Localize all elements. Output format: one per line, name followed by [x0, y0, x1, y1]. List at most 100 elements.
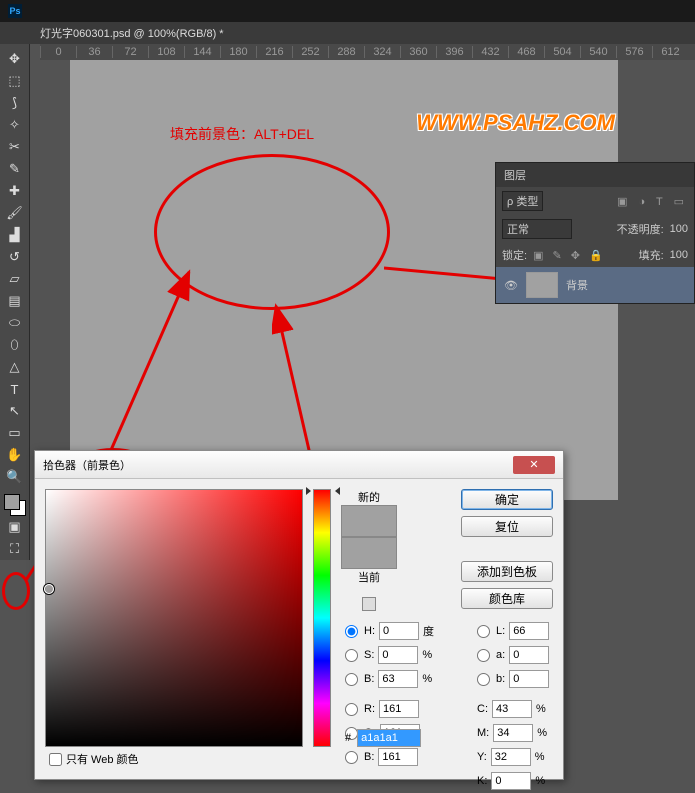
toolbox: ✥ ⬚ ⟆ ✧ ✂ ✎ ✚ 🖌 ▟ ↺ ▱ ▤ ⬭ ⬯ △ T ↖ ▭ ✋ 🔍 … [0, 44, 30, 560]
b2-radio[interactable] [477, 673, 490, 686]
hex-input[interactable] [357, 729, 421, 747]
k-label: K: [477, 775, 487, 787]
annotation-ellipse-swatch [2, 572, 30, 610]
l-label: L: [496, 625, 505, 637]
app-titlebar: Ps [0, 0, 695, 22]
annotation-ellipse-canvas [154, 154, 390, 310]
layer-thumbnail[interactable] [526, 272, 558, 298]
eraser-tool-icon[interactable]: ▱ [2, 268, 28, 290]
shape-tool-icon[interactable]: ▭ [2, 422, 28, 444]
ruler-horizontal: 0367210814418021625228832436039643246850… [40, 44, 695, 60]
k-input[interactable] [491, 772, 531, 790]
layers-filter-icons[interactable]: ▣ ◑ T ▭ [617, 195, 688, 208]
web-colors-input[interactable] [49, 753, 62, 766]
new-color-swatch [341, 505, 397, 537]
b-label: B: [364, 751, 374, 763]
r-label: R: [364, 703, 375, 715]
b2-input[interactable] [509, 670, 549, 688]
history-brush-icon[interactable]: ↺ [2, 246, 28, 268]
layers-panel: 图层 ρ 类型 ▣ ◑ T ▭ 正常 不透明度: 100 锁定: ▣ ✎ ✥ 🔒… [495, 162, 695, 304]
quickmask-icon[interactable]: ▣ [2, 516, 28, 538]
b2-label: b: [496, 673, 505, 685]
b-input[interactable] [378, 748, 418, 766]
layer-row-background[interactable]: 👁 背景 [496, 267, 694, 303]
marquee-tool-icon[interactable]: ⬚ [2, 70, 28, 92]
m-input[interactable] [493, 724, 533, 742]
l-input[interactable] [509, 622, 549, 640]
zoom-tool-icon[interactable]: 🔍 [2, 466, 28, 488]
bv-radio[interactable] [345, 673, 358, 686]
c-input[interactable] [492, 700, 532, 718]
layers-filter[interactable]: ρ 类型 [502, 191, 543, 211]
sv-cursor[interactable] [44, 584, 54, 594]
close-button[interactable]: ✕ [513, 456, 555, 474]
opacity-value[interactable]: 100 [670, 223, 688, 235]
hand-tool-icon[interactable]: ✋ [2, 444, 28, 466]
pen-tool-icon[interactable]: △ [2, 356, 28, 378]
blur-tool-icon[interactable]: ⬭ [2, 312, 28, 334]
a-radio[interactable] [477, 649, 490, 662]
bv-label: B: [364, 673, 374, 685]
h-input[interactable] [379, 622, 419, 640]
heal-tool-icon[interactable]: ✚ [2, 180, 28, 202]
lock-icons[interactable]: ▣ ✎ ✥ 🔒 [533, 249, 606, 262]
s-input[interactable] [378, 646, 418, 664]
ps-logo: Ps [8, 4, 22, 18]
current-color-label: 当前 [358, 569, 380, 585]
web-colors-checkbox[interactable]: 只有 Web 颜色 [49, 751, 139, 767]
annotation-text: 填充前景色：ALT+DEL [170, 124, 314, 144]
hue-cursor[interactable] [310, 487, 336, 495]
dodge-tool-icon[interactable]: ⬯ [2, 334, 28, 356]
move-tool-icon[interactable]: ✥ [2, 48, 28, 70]
r-radio[interactable] [345, 703, 358, 716]
fill-label: 填充: [639, 247, 664, 263]
c-label: C: [477, 703, 488, 715]
blend-mode-select[interactable]: 正常 [502, 219, 572, 239]
color-lib-button[interactable]: 颜色库 [461, 588, 553, 609]
picker-title: 拾色器（前景色） [43, 457, 131, 473]
wand-tool-icon[interactable]: ✧ [2, 114, 28, 136]
cube-icon[interactable] [362, 597, 376, 611]
fill-value[interactable]: 100 [670, 249, 688, 261]
opacity-label: 不透明度: [617, 221, 664, 237]
lasso-tool-icon[interactable]: ⟆ [2, 92, 28, 114]
s-radio[interactable] [345, 649, 358, 662]
reset-button[interactable]: 复位 [461, 516, 553, 537]
color-swatch[interactable] [4, 494, 26, 516]
sv-picker[interactable] [45, 489, 303, 747]
new-color-label: 新的 [358, 489, 380, 505]
layers-panel-title: 图层 [496, 163, 694, 187]
h-label: H: [364, 625, 375, 637]
bv-input[interactable] [378, 670, 418, 688]
y-input[interactable] [491, 748, 531, 766]
s-label: S: [364, 649, 374, 661]
foreground-color-swatch[interactable] [4, 494, 20, 510]
color-picker-dialog: 拾色器（前景色） ✕ 新的 当前 确定 复位 添加到色板 颜色库 H:度 S:%… [34, 450, 564, 780]
a-label: a: [496, 649, 505, 661]
watermark: WWW.PSAHZ.COM [416, 110, 615, 136]
l-radio[interactable] [477, 625, 490, 638]
m-label: M: [477, 727, 489, 739]
crop-tool-icon[interactable]: ✂ [2, 136, 28, 158]
b-radio[interactable] [345, 751, 358, 764]
path-tool-icon[interactable]: ↖ [2, 400, 28, 422]
lock-label: 锁定: [502, 247, 527, 263]
hex-label: # [345, 732, 351, 744]
layer-name[interactable]: 背景 [566, 277, 588, 293]
r-input[interactable] [379, 700, 419, 718]
add-swatch-button[interactable]: 添加到色板 [461, 561, 553, 582]
eyedropper-tool-icon[interactable]: ✎ [2, 158, 28, 180]
ok-button[interactable]: 确定 [461, 489, 553, 510]
visibility-eye-icon[interactable]: 👁 [504, 279, 518, 292]
brush-tool-icon[interactable]: 🖌 [2, 202, 28, 224]
current-color-swatch [341, 537, 397, 569]
type-tool-icon[interactable]: T [2, 378, 28, 400]
a-input[interactable] [509, 646, 549, 664]
hue-slider[interactable] [313, 489, 331, 747]
stamp-tool-icon[interactable]: ▟ [2, 224, 28, 246]
screenmode-icon[interactable]: ⛶ [2, 538, 28, 560]
document-tab[interactable]: 灯光字060301.psd @ 100%(RGB/8) * [0, 22, 695, 44]
h-radio[interactable] [345, 625, 358, 638]
gradient-tool-icon[interactable]: ▤ [2, 290, 28, 312]
y-label: Y: [477, 751, 487, 763]
